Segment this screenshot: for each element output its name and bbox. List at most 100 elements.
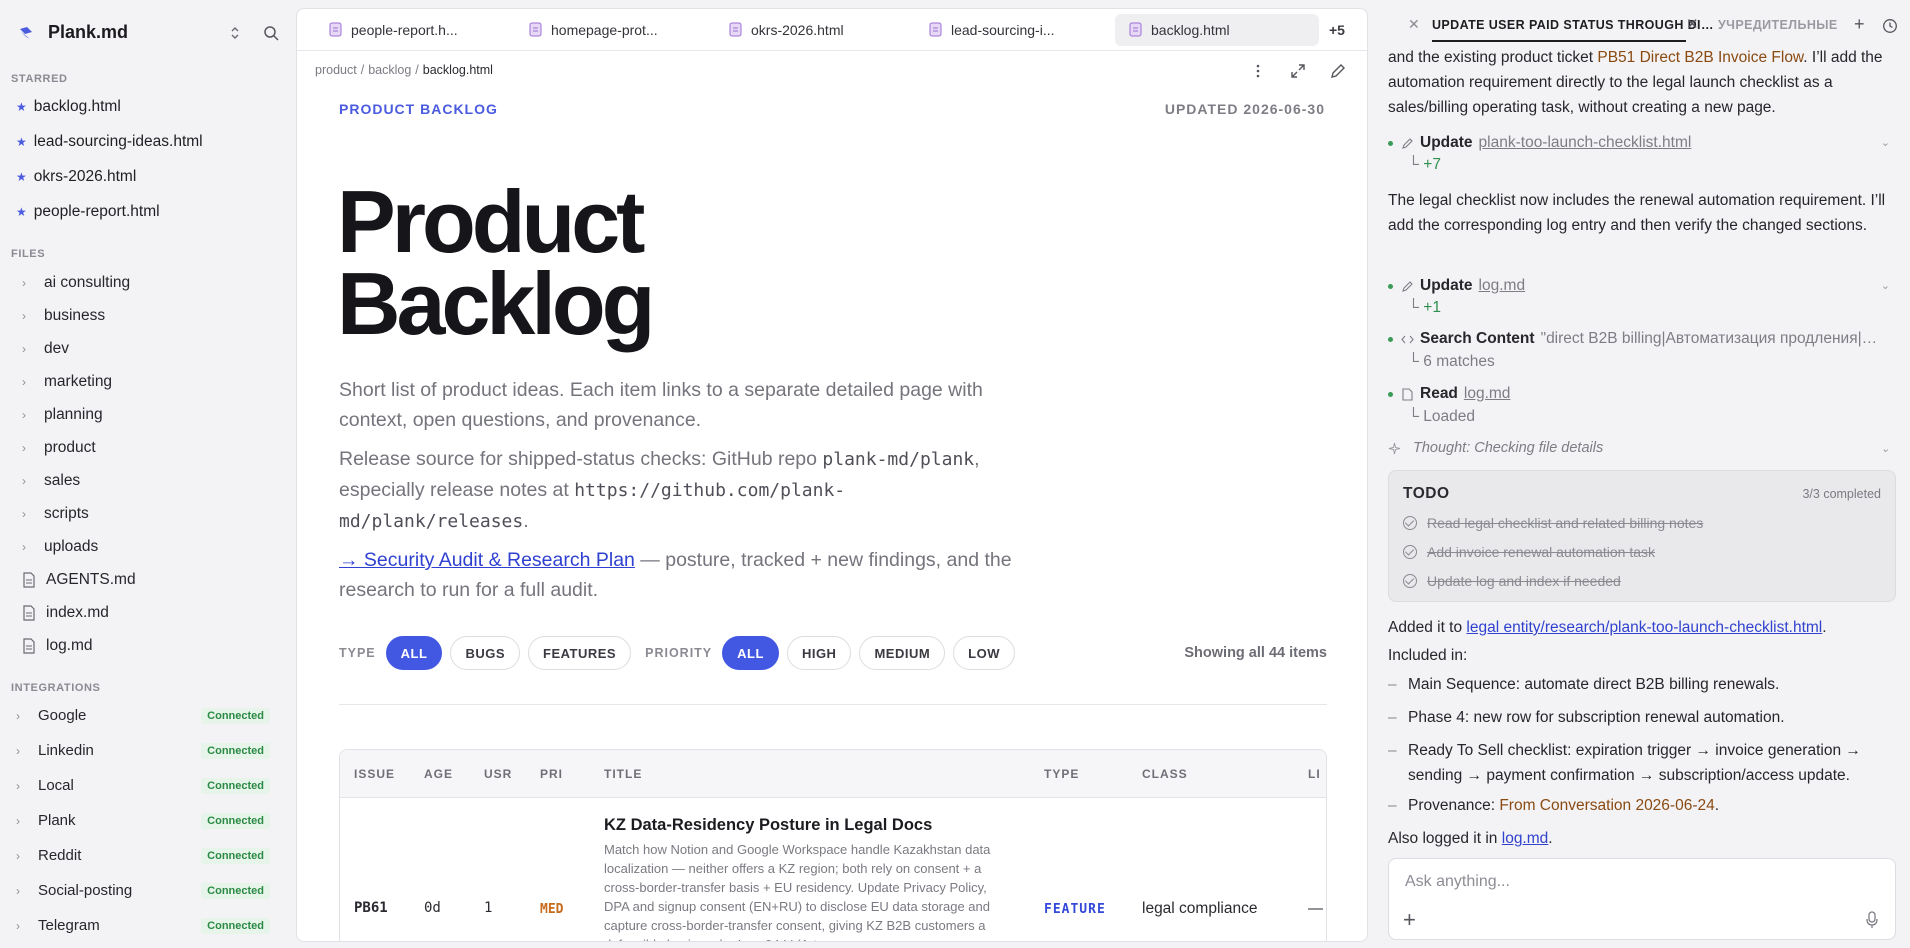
log-link[interactable]: log.md <box>1502 830 1549 847</box>
sidebar: Plank.md STARRED ★ backlog.html ★ lead-sou… <box>0 0 294 948</box>
integration-linkedin[interactable]: › Linkedin Connected <box>16 742 270 759</box>
chat-tab-active[interactable]: UPDATE USER PAID STATUS THROUGH DIRECT B… <box>1432 18 1722 32</box>
checklist-link[interactable]: legal entity/research/plank-too-launch-c… <box>1466 619 1822 636</box>
integration-telegram[interactable]: › Telegram Connected <box>16 917 270 934</box>
edit-pencil-icon[interactable] <box>1329 62 1347 80</box>
brand-name: Plank.md <box>48 22 129 42</box>
chat-input[interactable] <box>1405 869 1865 895</box>
integration-local[interactable]: › Local Connected <box>16 777 270 794</box>
file-log-md[interactable]: log.md <box>22 637 93 655</box>
priority-filter-low[interactable]: LOW <box>953 636 1015 670</box>
chevron-down-icon[interactable]: ⌄ <box>1881 442 1890 455</box>
integration-plank[interactable]: › Plank Connected <box>16 812 270 829</box>
folder-scripts[interactable]: › scripts <box>22 505 89 523</box>
folder-ai-consulting[interactable]: › ai consulting <box>22 274 130 292</box>
microphone-icon[interactable] <box>1865 911 1879 929</box>
todo-count: 3/3 completed <box>1802 487 1881 501</box>
history-clock-icon[interactable] <box>1882 18 1898 34</box>
integration-google[interactable]: › Google Connected <box>16 707 270 724</box>
col-issue[interactable]: ISSUE <box>354 767 395 781</box>
security-audit-link[interactable]: → Security Audit & Research Plan <box>339 549 635 571</box>
close-icon[interactable]: ✕ <box>1408 16 1420 33</box>
attach-plus-icon[interactable]: + <box>1403 907 1416 933</box>
chevron-down-icon[interactable]: ⌄ <box>1881 279 1890 292</box>
more-vertical-icon[interactable] <box>1249 62 1267 80</box>
priority-filter-all[interactable]: ALL <box>722 636 779 670</box>
cell-pri: MED <box>540 902 564 917</box>
more-tabs-button[interactable]: +5 <box>1329 22 1345 38</box>
list-item: – Phase 4: new row for subscription renew… <box>1388 709 1785 726</box>
folder-marketing[interactable]: › marketing <box>22 373 112 391</box>
close-tab-icon[interactable]: ✕ <box>1686 15 1699 33</box>
type-filter-all[interactable]: ALL <box>385 636 443 670</box>
chevron-right-icon: › <box>16 918 20 933</box>
integration-reddit[interactable]: › Reddit Connected <box>16 847 270 864</box>
folder-business[interactable]: › business <box>22 307 105 325</box>
chat-message: Added it to legal entity/research/plank-… <box>1388 619 1827 636</box>
search-query: "direct B2B billing|Автоматизация продле… <box>1540 330 1881 347</box>
file-index-md[interactable]: index.md <box>22 604 109 622</box>
tool-target-link[interactable]: log.md <box>1464 385 1511 403</box>
chevron-down-icon[interactable]: ⌄ <box>1881 136 1890 149</box>
col-title[interactable]: TITLE <box>604 767 642 781</box>
breadcrumb: product / backlog / backlog.html <box>315 63 493 77</box>
cell-li: — <box>1308 900 1323 917</box>
starred-item-lead-sourcing[interactable]: ★ lead-sourcing-ideas.html <box>16 133 203 151</box>
priority-filter-label: PRIORITY <box>645 646 713 660</box>
new-chat-icon[interactable]: + <box>1854 14 1865 35</box>
col-age[interactable]: AGE <box>424 767 453 781</box>
type-filter-bugs[interactable]: BUGS <box>450 636 520 670</box>
chat-tabs: ✕ UPDATE USER PAID STATUS THROUGH DIRECT… <box>1374 0 1910 46</box>
file-agents-md[interactable]: AGENTS.md <box>22 571 136 589</box>
tool-call-update-log[interactable]: Update log.md ⌄ <box>1388 277 1894 295</box>
cell-issue: PB61 <box>354 900 388 916</box>
folder-uploads[interactable]: › uploads <box>22 538 98 556</box>
tab-homepage-prot[interactable]: homepage-prot... <box>515 14 715 46</box>
starred-item-okrs[interactable]: ★ okrs-2026.html <box>16 168 136 186</box>
folder-product[interactable]: › product <box>22 439 96 457</box>
starred-item-people-report[interactable]: ★ people-report.html <box>16 203 160 221</box>
todo-item[interactable]: Add invoice renewal automation task <box>1403 544 1655 560</box>
integration-social-posting[interactable]: › Social-posting Connected <box>16 882 270 899</box>
expand-icon[interactable] <box>1289 62 1307 80</box>
tool-call-read[interactable]: Read log.md <box>1388 385 1894 403</box>
col-class[interactable]: CLASS <box>1142 767 1188 781</box>
folder-planning[interactable]: › planning <box>22 406 103 424</box>
breadcrumb-backlog[interactable]: backlog <box>368 63 411 77</box>
html-file-icon <box>729 22 742 37</box>
col-usr[interactable]: USR <box>484 767 512 781</box>
code-icon <box>1401 335 1414 343</box>
col-type[interactable]: TYPE <box>1044 767 1079 781</box>
tool-call-update[interactable]: Update plank-too-launch-checklist.html ⌄ <box>1388 134 1894 152</box>
todo-item[interactable]: Read legal checklist and related billing… <box>1403 515 1703 531</box>
starred-item-backlog[interactable]: ★ backlog.html <box>16 98 121 116</box>
chat-tab-other[interactable]: УЧРЕДИТЕЛЬНЫЕ <box>1718 18 1838 32</box>
chat-message: The legal checklist now includes the ren… <box>1388 192 1886 234</box>
col-li[interactable]: LI <box>1308 767 1321 781</box>
tab-people-report[interactable]: people-report.h... <box>315 14 515 46</box>
priority-filter-medium[interactable]: MEDIUM <box>859 636 946 670</box>
folder-sales[interactable]: › sales <box>22 472 80 490</box>
todo-item[interactable]: Update log and index if needed <box>1403 573 1621 589</box>
col-pri[interactable]: PRI <box>540 767 563 781</box>
star-icon: ★ <box>16 205 27 219</box>
chevron-up-down-icon[interactable] <box>226 24 244 42</box>
folder-dev[interactable]: › dev <box>22 340 69 358</box>
status-dot <box>1388 336 1393 342</box>
tab-backlog[interactable]: backlog.html <box>1115 13 1319 46</box>
thought-row[interactable]: Thought: Checking file details ⌄ <box>1388 440 1894 456</box>
tool-call-search[interactable]: Search Content "direct B2B billing|Автома… <box>1388 330 1894 348</box>
cell-title[interactable]: KZ Data-Residency Posture in Legal Docs <box>604 816 1014 835</box>
search-icon[interactable] <box>262 24 280 42</box>
tool-target-link[interactable]: plank-too-launch-checklist.html <box>1479 134 1692 152</box>
breadcrumb-product[interactable]: product <box>315 63 357 77</box>
tab-lead-sourcing[interactable]: lead-sourcing-i... <box>915 14 1115 46</box>
priority-filter-high[interactable]: HIGH <box>786 636 852 670</box>
provenance-link[interactable]: From Conversation 2026-06-24 <box>1499 797 1714 814</box>
tab-okrs-2026[interactable]: okrs-2026.html <box>715 14 915 46</box>
chevron-right-icon: › <box>16 743 20 758</box>
tool-target-link[interactable]: log.md <box>1479 277 1526 295</box>
ticket-link[interactable]: PB51 Direct B2B Invoice Flow <box>1597 49 1803 66</box>
brand[interactable]: Plank.md <box>18 22 128 43</box>
type-filter-features[interactable]: FEATURES <box>528 636 632 670</box>
